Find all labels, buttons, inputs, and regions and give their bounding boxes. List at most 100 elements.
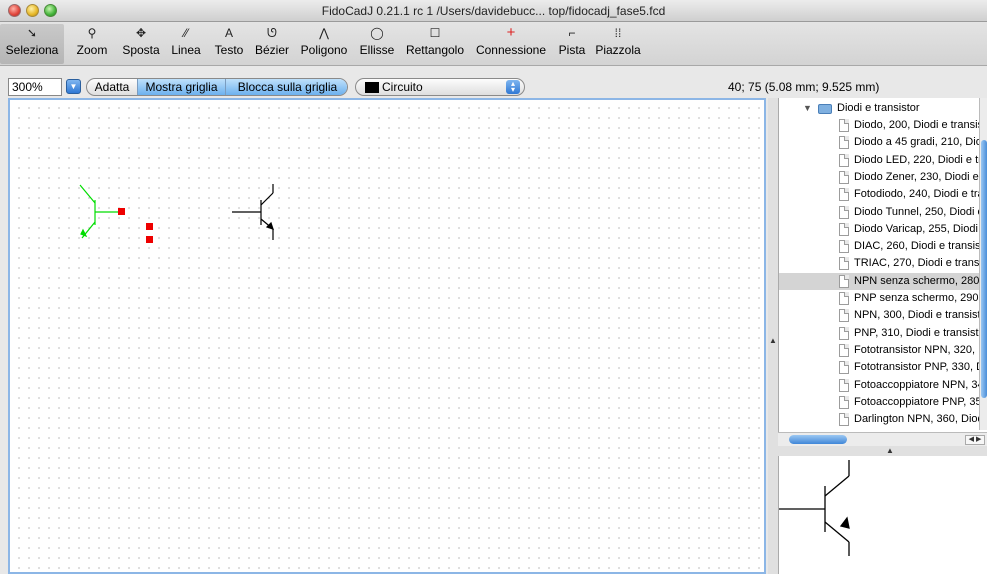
app-window: FidoCadJ 0.21.1 rc 1 /Users/davidebucc..… (0, 0, 987, 574)
view-toggle-group: Adatta Mostra griglia Blocca sulla grigl… (86, 78, 348, 96)
tool-move-button[interactable]: ✥ Sposta (118, 24, 164, 64)
snap-to-grid-toggle[interactable]: Blocca sulla griglia (225, 79, 347, 95)
toolbar: ➘ Seleziona ⚲ Zoom ✥ Sposta ⁄⁄ Linea A T… (0, 22, 987, 66)
disclosure-triangle-icon[interactable]: ▼ (803, 100, 812, 117)
library-item[interactable]: Fototransistor PNP, 330, Diodi e transis… (779, 359, 987, 376)
tool-label: Seleziona (5, 43, 59, 57)
library-item[interactable]: Fototransistor NPN, 320, Diodi e transis… (779, 342, 987, 359)
document-icon (839, 205, 849, 219)
tool-zoom-button[interactable]: ⚲ Zoom (68, 24, 116, 64)
scroll-thumb[interactable] (789, 435, 847, 444)
tool-text-button[interactable]: A Testo (208, 24, 250, 64)
layer-select[interactable]: Circuito ▴ ▾ (355, 78, 525, 96)
tool-label: Linea (171, 43, 201, 57)
library-item-label: Diodo Zener, 230, Diodi e transistor (854, 170, 987, 183)
plus-connection-icon: + (506, 24, 516, 41)
vertical-splitter[interactable]: ▲ (768, 98, 778, 574)
tool-label: Bézier (254, 43, 289, 57)
document-icon (839, 188, 849, 202)
library-item[interactable]: Fotodiodo, 240, Diodi e transistor (779, 186, 987, 203)
tool-pad-button[interactable]: ⁞⁞ Piazzola (592, 24, 644, 64)
collapse-arrow-icon[interactable]: ▲ (886, 446, 894, 455)
selected-transistor-symbol[interactable] (79, 184, 118, 239)
tool-track-button[interactable]: ⌐ Pista (552, 24, 592, 64)
tool-rectangle-button[interactable]: ☐ Rettangolo (400, 24, 470, 64)
library-item-label: Diodo Tunnel, 250, Diodi e transistor (854, 205, 987, 218)
tool-select-button[interactable]: ➘ Seleziona (0, 24, 64, 64)
library-horizontal-scrollbar[interactable]: ◀ ▶ (778, 432, 987, 446)
scroll-thumb[interactable] (981, 140, 987, 398)
library-item-label: Fotoaccoppiatore NPN, 340, Diodi e trans… (854, 378, 987, 391)
document-icon (839, 240, 849, 254)
bezier-icon: ᘎ (267, 26, 277, 40)
library-folder[interactable]: ▼ Diodi e transistor (779, 100, 987, 117)
library-item[interactable]: Diodo Varicap, 255, Diodi e transistor (779, 221, 987, 238)
library-item[interactable]: Diodo LED, 220, Diodi e transistor (779, 152, 987, 169)
drawing-canvas[interactable] (8, 98, 766, 574)
document-icon (839, 292, 849, 305)
fit-button[interactable]: Adatta (87, 79, 137, 95)
document-icon (839, 378, 849, 392)
library-item[interactable]: Diodo Zener, 230, Diodi e transistor (779, 169, 987, 186)
tool-line-button[interactable]: ⁄⁄ Linea (166, 24, 206, 64)
library-item[interactable]: Darlington NPN, 360, Diodi e transistor (779, 411, 987, 428)
tool-label: Testo (214, 43, 244, 57)
line-icon: ⁄⁄ (183, 26, 188, 40)
library-item[interactable]: TRIAC, 270, Diodi e transistor (779, 255, 987, 272)
library-item-label: PNP, 310, Diodi e transistor (854, 326, 987, 339)
title-bar: FidoCadJ 0.21.1 rc 1 /Users/davidebucc..… (0, 0, 987, 22)
library-item[interactable]: NPN, 300, Diodi e transistor (779, 307, 987, 324)
selection-handle[interactable] (146, 223, 153, 230)
tool-bezier-button[interactable]: ᘎ Bézier (250, 24, 294, 64)
selection-handle[interactable] (146, 236, 153, 243)
move-cross-icon: ✥ (135, 26, 147, 40)
document-icon (839, 257, 849, 271)
scroll-arrows-icon[interactable]: ◀ ▶ (965, 435, 985, 445)
folder-icon (818, 104, 832, 114)
window-title: FidoCadJ 0.21.1 rc 1 /Users/davidebucc..… (321, 4, 666, 18)
selection-handle[interactable] (118, 208, 125, 215)
library-item[interactable]: Diodo Tunnel, 250, Diodi e transistor (779, 204, 987, 221)
tool-label: Sposta (122, 43, 160, 57)
magnifier-icon: ⚲ (87, 26, 97, 40)
document-icon (839, 413, 849, 427)
zoom-level-field[interactable]: 300% (8, 78, 62, 96)
tool-ellipse-button[interactable]: ◯ Ellisse (354, 24, 400, 64)
tool-label: Rettangolo (405, 43, 465, 57)
library-item-label: Diodo LED, 220, Diodi e transistor (854, 153, 987, 166)
library-item[interactable]: PNP, 310, Diodi e transistor (779, 325, 987, 342)
cursor-coordinates: 40; 75 (5.08 mm; 9.525 mm) (728, 80, 880, 94)
document-icon (839, 274, 849, 288)
document-icon (839, 326, 849, 340)
library-item-label: Fototransistor NPN, 320, Diodi e transis… (854, 343, 987, 356)
ellipse-icon: ◯ (370, 26, 384, 40)
library-item[interactable]: Fotoaccoppiatore PNP, 350, Diodi e trans… (779, 394, 987, 411)
symbol-library-tree: ▼ Diodi e transistor Diodo, 200, Diodi e… (778, 98, 987, 446)
library-item[interactable]: PNP senza schermo, 290, Diodi e transist… (779, 290, 987, 307)
document-icon (839, 309, 849, 323)
library-item[interactable]: Diodo a 45 gradi, 210, Diodi e transisto… (779, 134, 987, 151)
library-vertical-scrollbar[interactable] (979, 98, 987, 430)
document-icon (839, 170, 849, 184)
tool-polygon-button[interactable]: ⋀ Poligono (294, 24, 354, 64)
tool-connection-button[interactable]: + Connessione (470, 24, 552, 64)
show-grid-toggle[interactable]: Mostra griglia (137, 79, 225, 95)
horizontal-splitter[interactable]: ▲ (778, 446, 987, 456)
transistor-symbol[interactable] (232, 184, 274, 240)
zoom-dropdown-arrow-icon[interactable]: ▼ (66, 79, 81, 94)
library-item-label: Diodo a 45 gradi, 210, Diodi e transisto… (854, 136, 987, 149)
rectangle-icon: ☐ (429, 26, 441, 40)
library-item[interactable]: DIAC, 260, Diodi e transistor (779, 238, 987, 255)
preview-transistor-symbol (779, 460, 850, 556)
library-item-label: Fotoaccoppiatore PNP, 350, Diodi e trans… (854, 395, 987, 408)
library-item[interactable]: NPN senza schermo, 280, Diodi e transist… (779, 272, 987, 290)
document-icon (839, 361, 849, 375)
library-item[interactable]: Fotoaccoppiatore NPN, 340, Diodi e trans… (779, 377, 987, 394)
tool-label: Pista (558, 43, 586, 57)
collapse-arrow-icon[interactable]: ▲ (769, 336, 777, 345)
library-item[interactable]: Diodo, 200, Diodi e transistor (779, 117, 987, 134)
library-item-label: NPN, 300, Diodi e transistor (854, 309, 987, 322)
library-item-label: Fototransistor PNP, 330, Diodi e transis… (854, 361, 987, 374)
library-item-label: NPN senza schermo, 280, Diodi e transist… (854, 274, 987, 287)
library-item-label: Fotodiodo, 240, Diodi e transistor (854, 188, 987, 201)
